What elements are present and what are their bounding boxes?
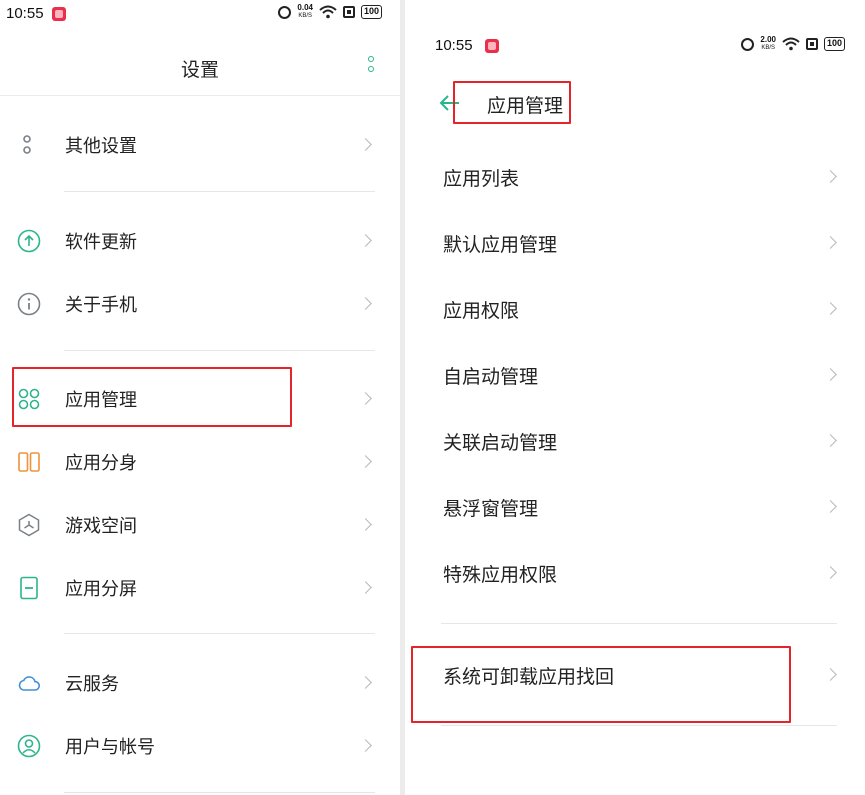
status-bar: 10:55 0.04 KB/S 100	[0, 0, 400, 28]
chevron-right-icon	[359, 392, 372, 405]
chevron-right-icon	[824, 302, 837, 315]
network-speed-value: 2.00	[760, 35, 776, 44]
settings-header: 设置	[0, 40, 400, 96]
app-mgmt-item-label: 自启动管理	[443, 366, 539, 388]
notification-app-icon	[52, 7, 66, 21]
network-speed-value: 0.04	[297, 3, 313, 12]
settings-item-about-phone[interactable]: 关于手机	[0, 273, 400, 333]
network-speed-unit: KB/S	[761, 45, 776, 51]
chevron-right-icon	[824, 566, 837, 579]
divider	[441, 623, 837, 624]
battery-icon: 100	[360, 5, 382, 19]
divider	[441, 725, 837, 726]
split-screen-icon	[20, 576, 38, 600]
alarm-icon	[278, 5, 292, 19]
network-speed-unit: KB/S	[298, 13, 313, 19]
app-mgmt-item-label: 特殊应用权限	[443, 564, 558, 586]
chevron-right-icon	[359, 739, 372, 752]
settings-item-other[interactable]: 其他设置	[0, 114, 400, 174]
app-mgmt-item-autostart[interactable]: 自启动管理	[405, 342, 865, 408]
app-mgmt-item-label: 应用列表	[443, 168, 520, 190]
chevron-right-icon	[824, 170, 837, 183]
status-icons: 0.04 KB/S 100	[278, 4, 382, 20]
settings-screen: 10:55 0.04 KB/S 100 设置 其他设置 软件更新 关于手机 应用…	[0, 0, 400, 795]
highlight-box-app-management	[12, 367, 292, 427]
sim-icon	[805, 38, 818, 50]
chevron-right-icon	[824, 668, 837, 681]
status-bar: 10:55 2.00 KB/S 100	[405, 32, 865, 60]
divider	[64, 191, 375, 192]
highlight-box-title	[453, 81, 571, 124]
app-mgmt-item-app-list[interactable]: 应用列表	[405, 144, 865, 210]
status-icons: 2.00 KB/S 100	[741, 36, 845, 52]
settings-item-label: 软件更新	[65, 232, 137, 253]
settings-item-label: 应用分屏	[65, 579, 137, 600]
chevron-right-icon	[359, 138, 372, 151]
settings-item-cloud-service[interactable]: 云服务	[0, 652, 400, 712]
app-mgmt-item-floating-window[interactable]: 悬浮窗管理	[405, 474, 865, 540]
highlight-box-restore-system-apps	[411, 646, 791, 723]
settings-item-software-update[interactable]: 软件更新	[0, 210, 400, 270]
status-time: 10:55	[435, 37, 473, 54]
sim-icon	[342, 6, 355, 18]
status-time: 10:55	[6, 5, 44, 22]
wifi-icon	[782, 37, 800, 51]
app-mgmt-item-default-apps[interactable]: 默认应用管理	[405, 210, 865, 276]
network-speed: 0.04 KB/S	[297, 4, 313, 20]
app-mgmt-item-label: 关联启动管理	[443, 432, 558, 454]
update-arrow-icon	[17, 229, 41, 253]
chevron-right-icon	[359, 455, 372, 468]
settings-item-label: 云服务	[65, 674, 119, 695]
page-title: 设置	[180, 59, 219, 81]
app-clone-icon	[18, 452, 40, 472]
cloud-icon	[18, 676, 40, 691]
divider	[64, 350, 375, 351]
chevron-right-icon	[359, 581, 372, 594]
game-space-icon	[18, 513, 40, 537]
user-account-icon	[17, 734, 41, 758]
chevron-right-icon	[359, 518, 372, 531]
chevron-right-icon	[359, 297, 372, 310]
settings-item-game-space[interactable]: 游戏空间	[0, 494, 400, 554]
settings-item-label: 游戏空间	[65, 516, 137, 537]
divider	[64, 792, 375, 793]
wifi-icon	[319, 5, 337, 19]
settings-item-app-clone[interactable]: 应用分身	[0, 431, 400, 491]
settings-item-user-account[interactable]: 用户与帐号	[0, 715, 400, 775]
alarm-icon	[741, 37, 755, 51]
network-speed: 2.00 KB/S	[760, 36, 776, 52]
settings-item-label: 应用分身	[65, 453, 137, 474]
chevron-right-icon	[359, 234, 372, 247]
app-management-screen: 10:55 2.00 KB/S 100 应用管理 应用列表 默认应用管理 应用权限…	[405, 0, 865, 795]
settings-item-label: 其他设置	[65, 136, 137, 157]
app-mgmt-item-associated-launch[interactable]: 关联启动管理	[405, 408, 865, 474]
app-mgmt-item-label: 应用权限	[443, 300, 520, 322]
settings-item-label: 关于手机	[65, 295, 137, 316]
app-mgmt-item-label: 默认应用管理	[443, 234, 558, 256]
settings-item-label: 用户与帐号	[65, 737, 155, 758]
chevron-right-icon	[359, 676, 372, 689]
chevron-right-icon	[824, 434, 837, 447]
chevron-right-icon	[824, 500, 837, 513]
info-icon	[17, 292, 41, 316]
chevron-right-icon	[824, 236, 837, 249]
battery-icon: 100	[823, 37, 845, 51]
divider	[64, 633, 375, 634]
app-mgmt-item-permissions[interactable]: 应用权限	[405, 276, 865, 342]
app-mgmt-item-special-permissions[interactable]: 特殊应用权限	[405, 540, 865, 606]
chevron-right-icon	[824, 368, 837, 381]
notification-app-icon	[485, 39, 499, 53]
more-options-icon[interactable]	[367, 56, 375, 78]
app-mgmt-item-label: 悬浮窗管理	[443, 498, 539, 520]
settings-item-split-screen[interactable]: 应用分屏	[0, 557, 400, 617]
settings-dots-icon	[23, 135, 31, 154]
